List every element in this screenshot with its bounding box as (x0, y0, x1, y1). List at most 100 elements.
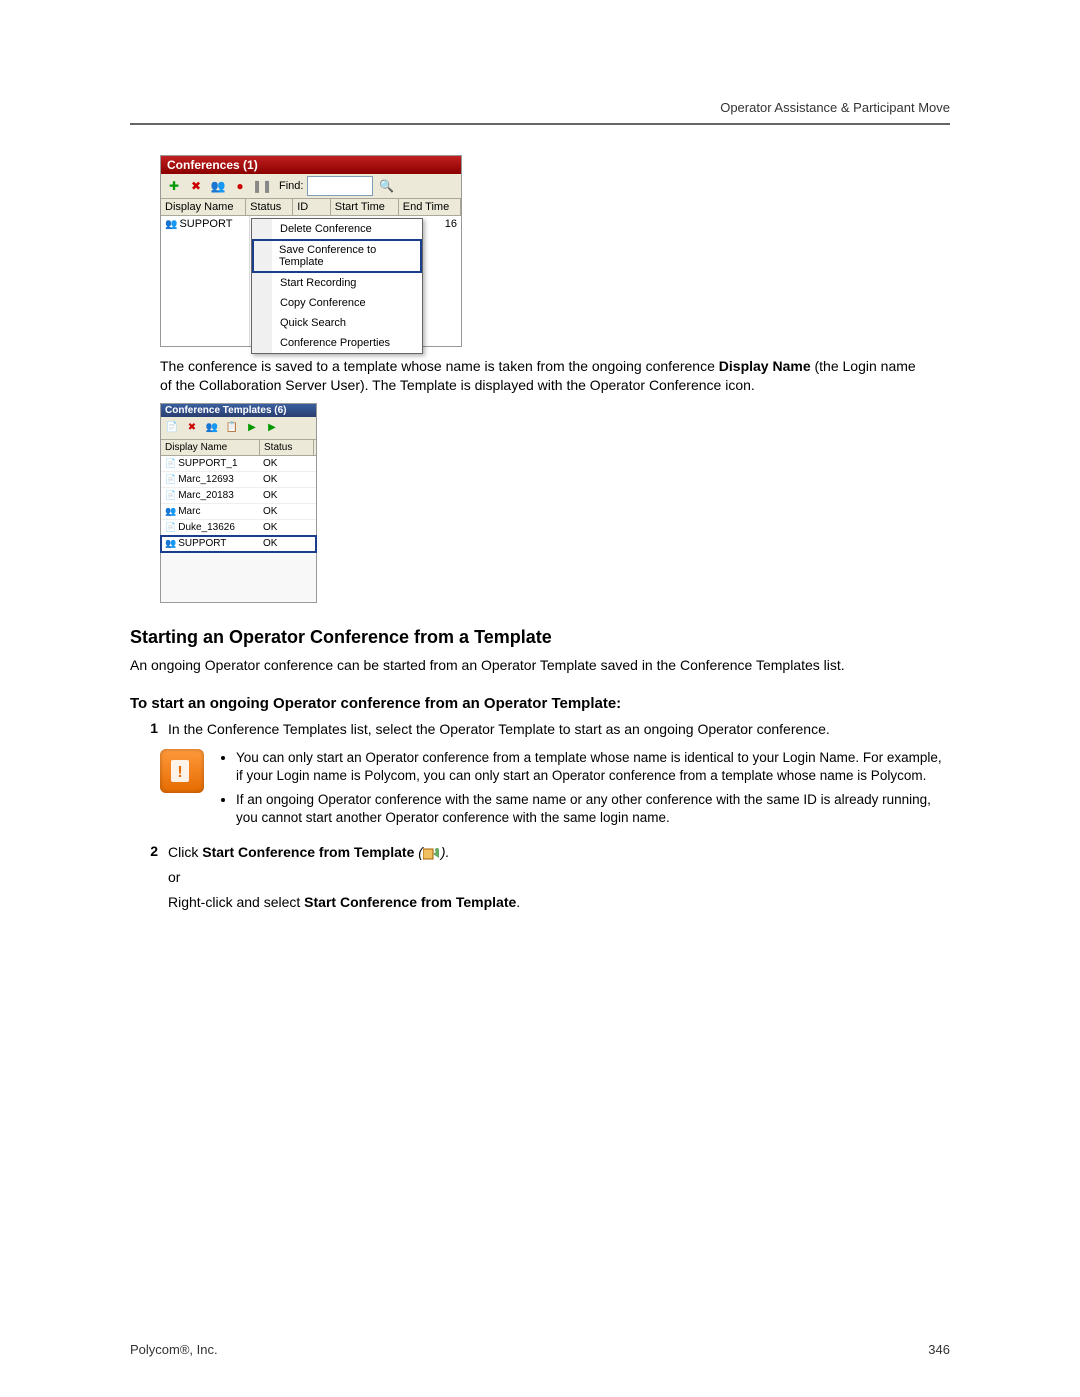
step-2-body: Click Start Conference from Template ().… (168, 843, 950, 912)
column-start-time[interactable]: Start Time (331, 199, 399, 215)
column-id[interactable]: ID (293, 199, 331, 215)
conferences-toolbar: ✚ ✖ 👥 ● ❚❚ Find: 🔍 (161, 174, 461, 199)
template-row-name: 📄Marc_12693 (161, 472, 259, 487)
template-row-name: 📄Duke_13626 (161, 520, 259, 535)
instruction-step-2: 2 Click Start Conference from Template (… (130, 843, 950, 912)
record-icon[interactable]: ● (231, 177, 249, 195)
column-display-name[interactable]: Display Name (161, 199, 246, 215)
conference-templates-titlebar: Conference Templates (6) (161, 404, 316, 417)
template-row-status: OK (259, 488, 312, 503)
menu-delete-conference[interactable]: Delete Conference (252, 219, 422, 239)
template-row-name-text: Marc_12693 (178, 474, 234, 485)
find-label: Find: (279, 180, 303, 192)
template-icon: 📄 (165, 458, 176, 468)
tpl-icon-3[interactable]: 👥 (203, 419, 221, 437)
tpl-icon-2[interactable]: ✖ (183, 419, 201, 437)
template-row-status: OK (259, 520, 312, 535)
template-row-name-text: Duke_13626 (178, 522, 235, 533)
menu-conference-properties[interactable]: Conference Properties (252, 333, 422, 353)
templates-empty-area (161, 552, 316, 602)
paragraph-template-saved: The conference is saved to a template wh… (160, 357, 920, 395)
template-row[interactable]: 📄SUPPORT_1OK (161, 456, 316, 472)
participants-icon[interactable]: 👥 (209, 177, 227, 195)
page-header-right: Operator Assistance & Participant Move (130, 100, 950, 115)
menu-start-recording[interactable]: Start Recording (252, 273, 422, 293)
search-icon[interactable]: 🔍 (377, 177, 395, 195)
svg-text:!: ! (177, 764, 182, 781)
column-end-time[interactable]: End Time (399, 199, 461, 215)
menu-save-conference-to-template[interactable]: Save Conference to Template (252, 239, 422, 273)
templates-column-headers: Display Name Status (161, 440, 316, 456)
template-row[interactable]: 👥SUPPORTOK (161, 536, 316, 552)
conference-row-end-time: 16 (445, 218, 457, 230)
menu-quick-search[interactable]: Quick Search (252, 313, 422, 333)
para1-a: The conference is saved to a template wh… (160, 358, 719, 374)
header-divider (130, 123, 950, 125)
context-menu: Delete Conference Save Conference to Tem… (251, 218, 423, 354)
instruction-list: 1 In the Conference Templates list, sele… (130, 720, 950, 739)
tpl-icon-5[interactable]: ▶ (243, 419, 261, 437)
conference-row-display-name[interactable]: 👥SUPPORT (161, 216, 250, 346)
template-row[interactable]: 📄Marc_12693OK (161, 472, 316, 488)
footer-company: Polycom®, Inc. (130, 1342, 218, 1357)
step-1-text: In the Conference Templates list, select… (168, 720, 950, 739)
templates-body: 📄SUPPORT_1OK📄Marc_12693OK📄Marc_20183OK👥M… (161, 456, 316, 552)
find-input[interactable] (307, 176, 373, 196)
operator-template-icon: 👥 (165, 506, 176, 516)
step2-paren-open: ( (414, 844, 423, 860)
template-row-name: 📄SUPPORT_1 (161, 456, 259, 471)
template-row-name: 📄Marc_20183 (161, 488, 259, 503)
template-row-name-text: SUPPORT_1 (178, 458, 237, 469)
step2-prefix: Click (168, 844, 202, 860)
menu-copy-conference[interactable]: Copy Conference (252, 293, 422, 313)
template-row-status: OK (259, 456, 312, 471)
template-row[interactable]: 📄Duke_13626OK (161, 520, 316, 536)
template-row-status: OK (259, 536, 312, 551)
operator-template-icon: 👥 (165, 538, 176, 548)
pause-icon[interactable]: ❚❚ (253, 177, 271, 195)
templates-column-status[interactable]: Status (260, 440, 314, 455)
template-row[interactable]: 📄Marc_20183OK (161, 488, 316, 504)
templates-column-display-name[interactable]: Display Name (161, 440, 260, 455)
note-bullet-1: You can only start an Operator conferenc… (236, 749, 950, 785)
delete-conference-icon[interactable]: ✖ (187, 177, 205, 195)
note-bullets: You can only start an Operator conferenc… (218, 749, 950, 834)
operator-conference-icon: 👥 (165, 219, 177, 230)
template-row-status: OK (259, 504, 312, 519)
template-icon: 📄 (165, 522, 176, 532)
new-conference-icon[interactable]: ✚ (165, 177, 183, 195)
step2-alt-b: Start Conference from Template (304, 894, 516, 910)
conference-templates-toolbar: 📄 ✖ 👥 📋 ▶ ▶ (161, 417, 316, 440)
tpl-icon-1[interactable]: 📄 (163, 419, 181, 437)
template-row-status: OK (259, 472, 312, 487)
conferences-panel: Conferences (1) ✚ ✖ 👥 ● ❚❚ Find: 🔍 Displ… (160, 155, 462, 347)
step2-alt-a: Right-click and select (168, 894, 304, 910)
step2-or: or (168, 868, 950, 887)
column-status[interactable]: Status (246, 199, 293, 215)
start-conference-from-template-icon (423, 847, 441, 861)
step-number-1: 1 (138, 720, 158, 739)
intro-paragraph: An ongoing Operator conference can be st… (130, 656, 950, 675)
subheading-to-start: To start an ongoing Operator conference … (130, 695, 950, 712)
note-block: ! You can only start an Operator confere… (160, 749, 950, 834)
step2-bold: Start Conference from Template (202, 844, 414, 860)
footer-page-number: 346 (928, 1342, 950, 1357)
step2-paren-close: ). (441, 844, 450, 860)
template-row-name: 👥Marc (161, 504, 259, 519)
conferences-column-headers: Display Name Status ID Start Time End Ti… (161, 199, 461, 216)
page-footer: Polycom®, Inc. 346 (130, 1342, 950, 1357)
note-icon: ! (160, 749, 204, 793)
template-row-name-text: SUPPORT (178, 538, 226, 549)
tpl-icon-4[interactable]: 📋 (223, 419, 241, 437)
template-row[interactable]: 👥MarcOK (161, 504, 316, 520)
template-row-name: 👥SUPPORT (161, 536, 259, 551)
template-icon: 📄 (165, 490, 176, 500)
heading-start-operator-conference: Starting an Operator Conference from a T… (130, 627, 950, 648)
template-row-name-text: Marc (178, 506, 200, 517)
instruction-list-2: 2 Click Start Conference from Template (… (130, 843, 950, 912)
conference-row-name-text: SUPPORT (179, 218, 232, 230)
conferences-titlebar: Conferences (1) (161, 156, 461, 174)
tpl-icon-6[interactable]: ▶ (263, 419, 281, 437)
conferences-body: 👥SUPPORT 16 Delete Conference Save Confe… (161, 216, 461, 346)
template-icon: 📄 (165, 474, 176, 484)
